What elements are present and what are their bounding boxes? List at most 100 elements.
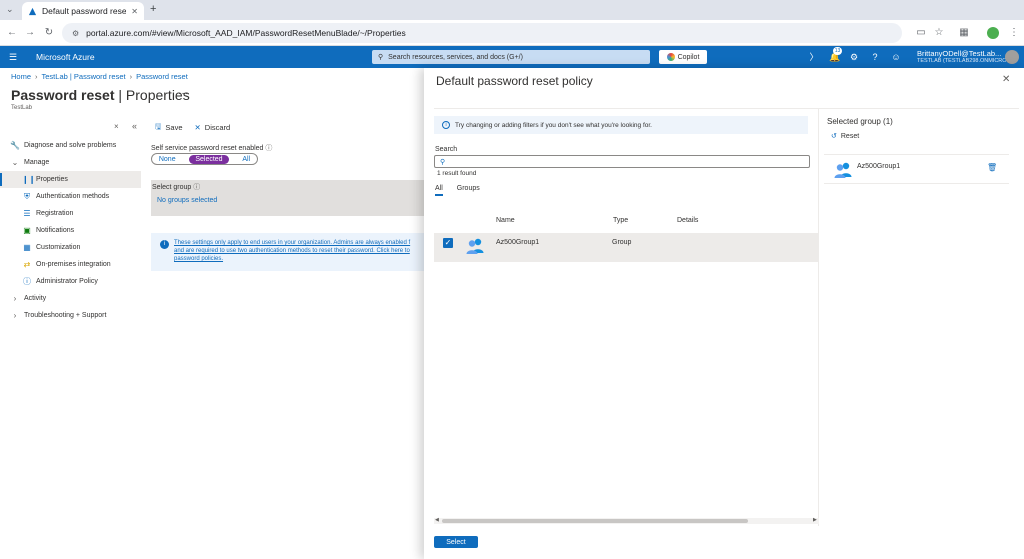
search-icon: ⚲ bbox=[378, 54, 384, 61]
save-button[interactable]: 🖫 Save bbox=[155, 121, 183, 134]
info-message-text[interactable]: These settings only apply to end users i… bbox=[174, 239, 424, 263]
sidebar-item-label: Administrator Policy bbox=[36, 278, 98, 285]
collapse-sidebar-icon[interactable]: « bbox=[132, 121, 137, 131]
sync-icon: ⇄ bbox=[23, 260, 31, 269]
tab-close-icon[interactable]: ✕ bbox=[131, 7, 138, 16]
account-info[interactable]: BrittanyODell@TestLab... TESTLAB (TESTLA… bbox=[917, 49, 1011, 64]
sidebar-item-diagnose-and-solve-problems[interactable]: 🔧 Diagnose and solve problems bbox=[0, 137, 141, 154]
info-icon[interactable]: ⓘ bbox=[193, 184, 200, 191]
avatar[interactable] bbox=[1005, 50, 1019, 64]
column-header-name[interactable]: Name bbox=[496, 217, 515, 224]
breadcrumb-tenant[interactable]: TestLab | Password reset bbox=[42, 72, 126, 81]
sidebar-item-notifications[interactable]: ▣ Notifications bbox=[0, 222, 141, 239]
scroll-right-icon[interactable]: ▶ bbox=[813, 517, 817, 523]
column-header-type[interactable]: Type bbox=[613, 217, 628, 224]
cloud-shell-icon[interactable]: 〉 bbox=[808, 51, 820, 63]
sidebar-item-administrator-policy[interactable]: ⓘ Administrator Policy bbox=[0, 273, 141, 290]
back-icon[interactable]: ← bbox=[6, 27, 18, 39]
user-tenant: TESTLAB (TESTLAB298.ONMICRO... bbox=[917, 58, 1012, 64]
global-search-input[interactable]: ⚲ Search resources, services, and docs (… bbox=[372, 50, 650, 64]
page-title-main: Password reset bbox=[11, 87, 115, 103]
sidebar-item-label: Authentication methods bbox=[36, 193, 110, 200]
reset-icon: ↺ bbox=[831, 133, 837, 140]
sidebar-item-customization[interactable]: ▦ Customization bbox=[0, 239, 141, 256]
search-label: Search bbox=[435, 146, 458, 153]
selected-group-title: Selected group (1) bbox=[827, 117, 893, 126]
save-icon: 🖫 bbox=[155, 122, 162, 131]
info-message-bar: i These settings only apply to end users… bbox=[151, 233, 424, 271]
reset-button[interactable]: ↺ Reset bbox=[831, 132, 859, 141]
sspr-label: Self service password reset enabled ⓘ bbox=[151, 143, 272, 153]
scroll-left-icon[interactable]: ◀ bbox=[435, 517, 439, 523]
site-info-icon[interactable]: ⚙ bbox=[72, 29, 79, 38]
toggle-none[interactable]: None bbox=[159, 156, 176, 163]
settings-gear-icon[interactable]: ⚙ bbox=[848, 51, 860, 63]
sidebar-item-label: Diagnose and solve problems bbox=[24, 142, 117, 149]
sidebar-item-label: On-premises integration bbox=[36, 261, 111, 268]
tab-groups[interactable]: Groups bbox=[457, 185, 480, 196]
sidebar-item-properties[interactable]: ❙❙ Properties bbox=[0, 171, 141, 188]
info-icon[interactable]: ⓘ bbox=[265, 145, 272, 152]
column-header-details[interactable]: Details bbox=[677, 217, 698, 224]
azure-brand[interactable]: Microsoft Azure bbox=[36, 52, 95, 62]
chevron-right-icon: › bbox=[13, 311, 17, 320]
row-name: Az500Group1 bbox=[496, 239, 540, 246]
select-group-link[interactable]: No groups selected bbox=[157, 197, 217, 204]
selected-group-name: Az500Group1 bbox=[857, 163, 901, 170]
portal-menu-icon[interactable]: ☰ bbox=[7, 51, 19, 63]
profile-icon[interactable] bbox=[987, 27, 999, 39]
browser-tab-strip: ⌄ Default password reset p ✕ + bbox=[0, 0, 1024, 20]
copilot-button[interactable]: Copilot bbox=[659, 50, 707, 64]
sidebar-item-manage[interactable]: ⌄ Manage bbox=[0, 154, 141, 171]
group-icon bbox=[834, 162, 852, 178]
sspr-label-text: Self service password reset enabled bbox=[151, 145, 264, 152]
scrollbar-thumb[interactable] bbox=[442, 519, 748, 523]
global-search-placeholder: Search resources, services, and docs (G+… bbox=[388, 53, 523, 61]
group-search-input[interactable]: ⚲ bbox=[434, 155, 810, 168]
tab-all[interactable]: All bbox=[435, 185, 443, 196]
close-icon[interactable]: ✕ bbox=[1002, 74, 1010, 85]
list-icon: ☰ bbox=[23, 209, 31, 218]
extensions-icon[interactable]: ▦ bbox=[958, 27, 970, 39]
sidebar-item-activity[interactable]: › Activity bbox=[0, 290, 141, 307]
select-button[interactable]: Select bbox=[434, 536, 478, 548]
feedback-icon[interactable]: ☺ bbox=[890, 51, 902, 63]
divider bbox=[434, 108, 1019, 109]
sidebar-item-troubleshooting-support[interactable]: › Troubleshooting + Support bbox=[0, 307, 141, 324]
tab-list-chevron-icon[interactable]: ⌄ bbox=[6, 4, 14, 15]
select-group-label: Select group ⓘ bbox=[152, 182, 200, 192]
toggle-selected[interactable]: Selected bbox=[189, 154, 229, 164]
toggle-all[interactable]: All bbox=[242, 156, 250, 163]
azure-favicon-icon bbox=[28, 7, 37, 15]
bookmark-star-icon[interactable]: ☆ bbox=[933, 27, 945, 39]
reload-icon[interactable]: ↻ bbox=[43, 27, 55, 39]
sidebar-item-authentication-methods[interactable]: ⛨ Authentication methods bbox=[0, 188, 141, 205]
new-tab-button[interactable]: + bbox=[150, 3, 156, 15]
info-line: password policies. bbox=[174, 256, 224, 262]
sidebar-item-registration[interactable]: ☰ Registration bbox=[0, 205, 141, 222]
horizontal-scrollbar[interactable]: ◀ ▶ bbox=[434, 517, 819, 524]
command-bar: 🖫 Save ✕ Discard bbox=[155, 121, 230, 134]
breadcrumb-home[interactable]: Home bbox=[11, 72, 31, 81]
page-title: Password reset | Properties bbox=[11, 87, 190, 103]
sidebar-item-label: Properties bbox=[36, 176, 68, 183]
delete-icon[interactable]: 🗑 bbox=[987, 163, 997, 172]
more-actions-button[interactable]: ··· bbox=[178, 88, 188, 99]
address-bar[interactable]: ⚙ portal.azure.com/#view/Microsoft_AAD_I… bbox=[62, 23, 902, 43]
cast-icon[interactable]: ▭ bbox=[915, 27, 927, 39]
breadcrumb-current[interactable]: Password reset bbox=[136, 72, 188, 81]
table-row[interactable]: ✓ Az500Group1 Group bbox=[434, 233, 819, 262]
help-icon[interactable]: ? bbox=[869, 51, 881, 63]
sidebar-item-on-premises-integration[interactable]: ⇄ On-premises integration bbox=[0, 256, 141, 273]
sidebar-close-icon[interactable]: × bbox=[114, 122, 119, 131]
forward-icon[interactable]: → bbox=[24, 27, 36, 39]
selected-group-item: Az500Group1 🗑 bbox=[824, 154, 1009, 184]
discard-button[interactable]: ✕ Discard bbox=[195, 121, 231, 134]
panel-title: Default password reset policy bbox=[436, 74, 593, 88]
user-name: BrittanyODell@TestLab... bbox=[917, 49, 1002, 58]
chevron-down-icon: ⌄ bbox=[11, 158, 19, 167]
browser-menu-icon[interactable]: ⋮ bbox=[1008, 27, 1020, 39]
row-checkbox[interactable]: ✓ bbox=[443, 238, 453, 248]
browser-tab[interactable]: Default password reset p ✕ bbox=[22, 2, 144, 20]
group-icon bbox=[466, 238, 484, 254]
